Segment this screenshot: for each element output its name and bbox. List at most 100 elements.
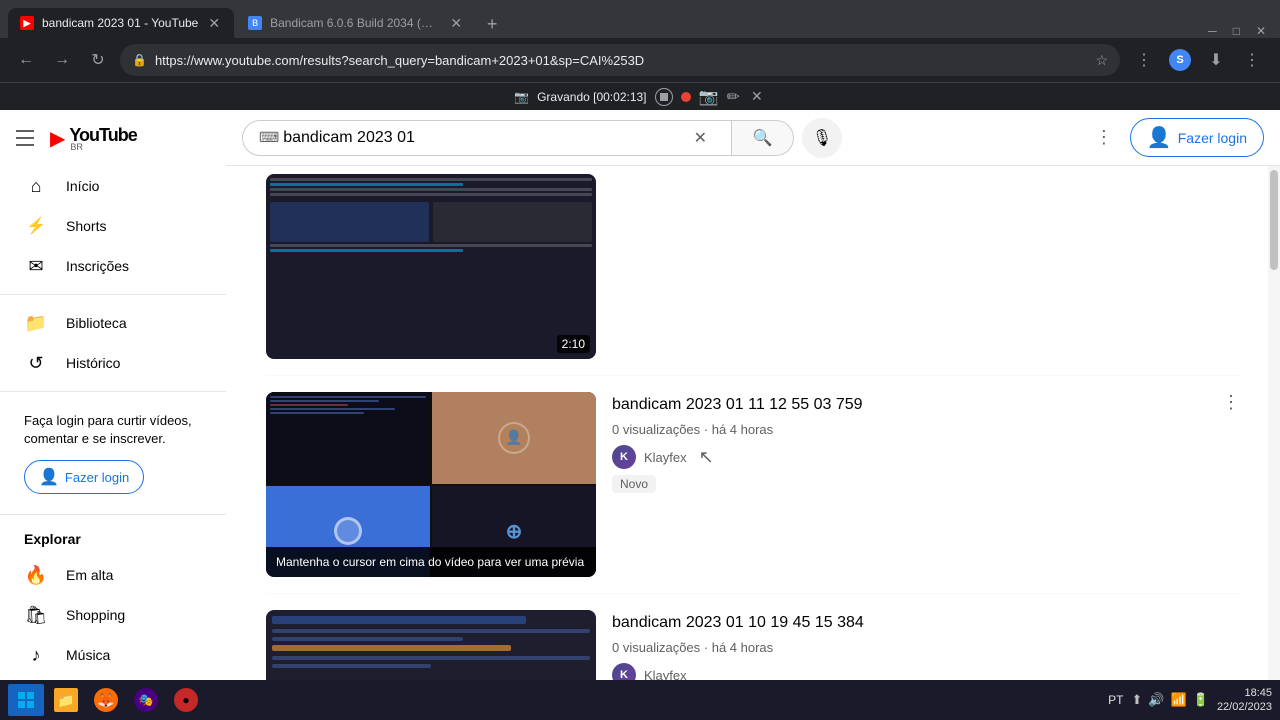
sidebar-item-inscricoes[interactable]: ✉ Inscrições <box>8 246 218 286</box>
forward-button[interactable]: → <box>48 46 76 74</box>
thumb-line-2 <box>270 183 463 186</box>
tab-favicon-1: ▶ <box>20 16 34 30</box>
sidebar: ▶ YouTube BR ⌂ Início ⚡ Shorts ✉ Inscriç… <box>0 110 226 720</box>
thumb-bar-2 <box>272 629 590 633</box>
history-icon: ↺ <box>24 353 48 374</box>
reload-button[interactable]: ↻ <box>84 46 112 74</box>
clock-date: 22/02/2023 <box>1217 700 1272 714</box>
tab-favicon-2: B <box>248 16 262 30</box>
download-button[interactable]: ⬇ <box>1200 44 1232 76</box>
voice-search-button[interactable]: 🎙 <box>802 118 842 158</box>
thumb-bar-3 <box>272 637 463 641</box>
subscriptions-icon: ✉ <box>24 256 48 277</box>
draw-button[interactable]: ✏ <box>726 87 739 107</box>
screen: ▶ bandicam 2023 01 - YouTube ✕ B Bandica… <box>0 0 1280 720</box>
thumbnail-partial: 2:10 <box>266 174 596 359</box>
video-age-2: há 4 horas <box>712 640 773 655</box>
pause-recording-button[interactable] <box>655 88 673 106</box>
youtube-logo-icon: ▶ <box>50 126 65 151</box>
toolbar-right: ⋮ S ⬇ ⋮ <box>1128 44 1268 76</box>
sidebar-item-emalta[interactable]: 🔥 Em alta <box>8 555 218 595</box>
tab-inactive[interactable]: B Bandicam 6.0.6 Build 2034 (Win... ✕ <box>236 8 476 38</box>
windows-logo-icon <box>17 691 35 709</box>
new-badge-1: Novo <box>612 475 656 493</box>
thumbnail-wrap-partial[interactable]: 2:10 <box>266 174 596 359</box>
channel-name-1[interactable]: Klayfex <box>644 450 687 465</box>
extensions-button[interactable]: ⋮ <box>1128 44 1160 76</box>
close-recording-button[interactable]: ✕ <box>748 88 766 106</box>
sidebar-login-button[interactable]: 👤 Fazer login <box>24 460 144 494</box>
sidebar-label-musica: Música <box>66 647 110 663</box>
video-title-1[interactable]: bandicam 2023 01 11 12 55 03 759 <box>612 394 1240 416</box>
tab-close-1[interactable]: ✕ <box>206 14 222 32</box>
firefox-icon: 🦊 <box>94 688 118 712</box>
minimize-button[interactable]: ─ <box>1202 24 1223 38</box>
sidebar-label-emalta: Em alta <box>66 567 113 583</box>
stop-recording-button[interactable] <box>681 92 691 102</box>
new-tab-button[interactable]: + <box>478 10 506 38</box>
sidebar-label-inscricoes: Inscrições <box>66 258 129 274</box>
taskbar-app-firefox[interactable]: 🦊 <box>88 684 124 716</box>
thumb-line-5 <box>270 244 592 247</box>
tab-title-1: bandicam 2023 01 - YouTube <box>42 16 198 30</box>
video-title-2[interactable]: bandicam 2023 01 10 19 45 15 384 <box>612 612 1240 634</box>
bookmark-star-icon[interactable]: ☆ <box>1095 52 1108 69</box>
scrollbar-thumb[interactable] <box>1270 170 1278 270</box>
lock-icon: 🔒 <box>132 53 147 67</box>
maximize-button[interactable]: □ <box>1227 24 1246 38</box>
channel-avatar-1: K <box>612 445 636 469</box>
view-count-2: 0 visualizações <box>612 640 700 655</box>
start-button[interactable] <box>8 684 44 716</box>
video-info-partial <box>612 174 1240 359</box>
scrollbar-track[interactable] <box>1268 110 1280 720</box>
tab-active[interactable]: ▶ bandicam 2023 01 - YouTube ✕ <box>8 8 234 38</box>
signin-button[interactable]: 👤 Fazer login <box>1130 118 1264 157</box>
library-icon: 📁 <box>24 313 48 334</box>
sidebar-item-shopping[interactable]: 🛍 Shopping <box>8 595 218 635</box>
tray-icon-2: 🔊 <box>1148 692 1164 708</box>
camera-icon: 📷 <box>514 90 529 104</box>
sidebar-item-inicio[interactable]: ⌂ Início <box>8 166 218 206</box>
video-meta-1: 0 visualizações · há 4 horas <box>612 422 1240 437</box>
keyboard-icon: ⌨ <box>259 129 279 146</box>
thumbnail-wrap-1[interactable]: 👤 ⊕ <box>266 392 596 577</box>
sidebar-item-musica[interactable]: ♪ Música <box>8 635 218 675</box>
more-options-1[interactable]: ⋮ <box>1222 392 1240 413</box>
thumb-mock-screen <box>266 174 596 359</box>
channel-row-1: K Klayfex ↖ <box>612 445 1240 469</box>
sidebar-item-shorts[interactable]: ⚡ Shorts <box>8 206 218 246</box>
recording-bar: 📷 Gravando [00:02:13] 📷 ✏ ✕ <box>0 82 1280 110</box>
result-item-1: 👤 ⊕ <box>266 376 1240 594</box>
hamburger-menu-button[interactable] <box>16 130 34 146</box>
options-button[interactable]: ⋮ <box>1086 120 1122 156</box>
browser-menu-button[interactable]: ⋮ <box>1236 44 1268 76</box>
taskbar-app-bandicam[interactable]: ● <box>168 684 204 716</box>
taskbar-app-3[interactable]: 🎭 <box>128 684 164 716</box>
signin-label: Fazer login <box>1178 130 1247 146</box>
back-button[interactable]: ← <box>12 46 40 74</box>
sidebar-item-historico[interactable]: ↺ Histórico <box>8 343 218 383</box>
screenshot-button[interactable]: 📷 <box>699 87 719 107</box>
thumb-cell-tr: 👤 <box>432 392 596 484</box>
login-promo: Faça login para curtir vídeos, comentar … <box>12 400 214 506</box>
thumb-line-4 <box>270 193 592 196</box>
search-input[interactable] <box>283 129 693 147</box>
address-input[interactable]: 🔒 https://www.youtube.com/results?search… <box>120 44 1120 76</box>
video-meta-2: 0 visualizações · há 4 horas <box>612 640 1240 655</box>
taskbar-app-explorer[interactable]: 📁 <box>48 684 84 716</box>
search-button[interactable]: 🔍 <box>732 120 794 156</box>
clear-search-button[interactable]: ✕ <box>694 128 707 148</box>
tab-close-2[interactable]: ✕ <box>448 14 464 32</box>
sidebar-item-biblioteca[interactable]: 📁 Biblioteca <box>8 303 218 343</box>
profile-button[interactable]: S <box>1164 44 1196 76</box>
youtube-logo[interactable]: ▶ YouTube BR <box>50 125 137 152</box>
sidebar-label-inicio: Início <box>66 178 99 194</box>
tooltip-text: Mantenha o cursor em cima do vídeo para … <box>276 555 584 569</box>
thumb-line-6 <box>270 249 463 252</box>
address-bar-icons: ☆ <box>1095 52 1108 69</box>
sidebar-login-label: Fazer login <box>65 470 129 485</box>
search-input-wrap[interactable]: ⌨ ✕ <box>242 120 732 156</box>
close-button[interactable]: ✕ <box>1250 24 1272 38</box>
taskbar-right: PT ⬆ 🔊 📶 🔋 18:45 22/02/2023 <box>1108 686 1272 715</box>
thumb-bar-4 <box>272 645 511 651</box>
